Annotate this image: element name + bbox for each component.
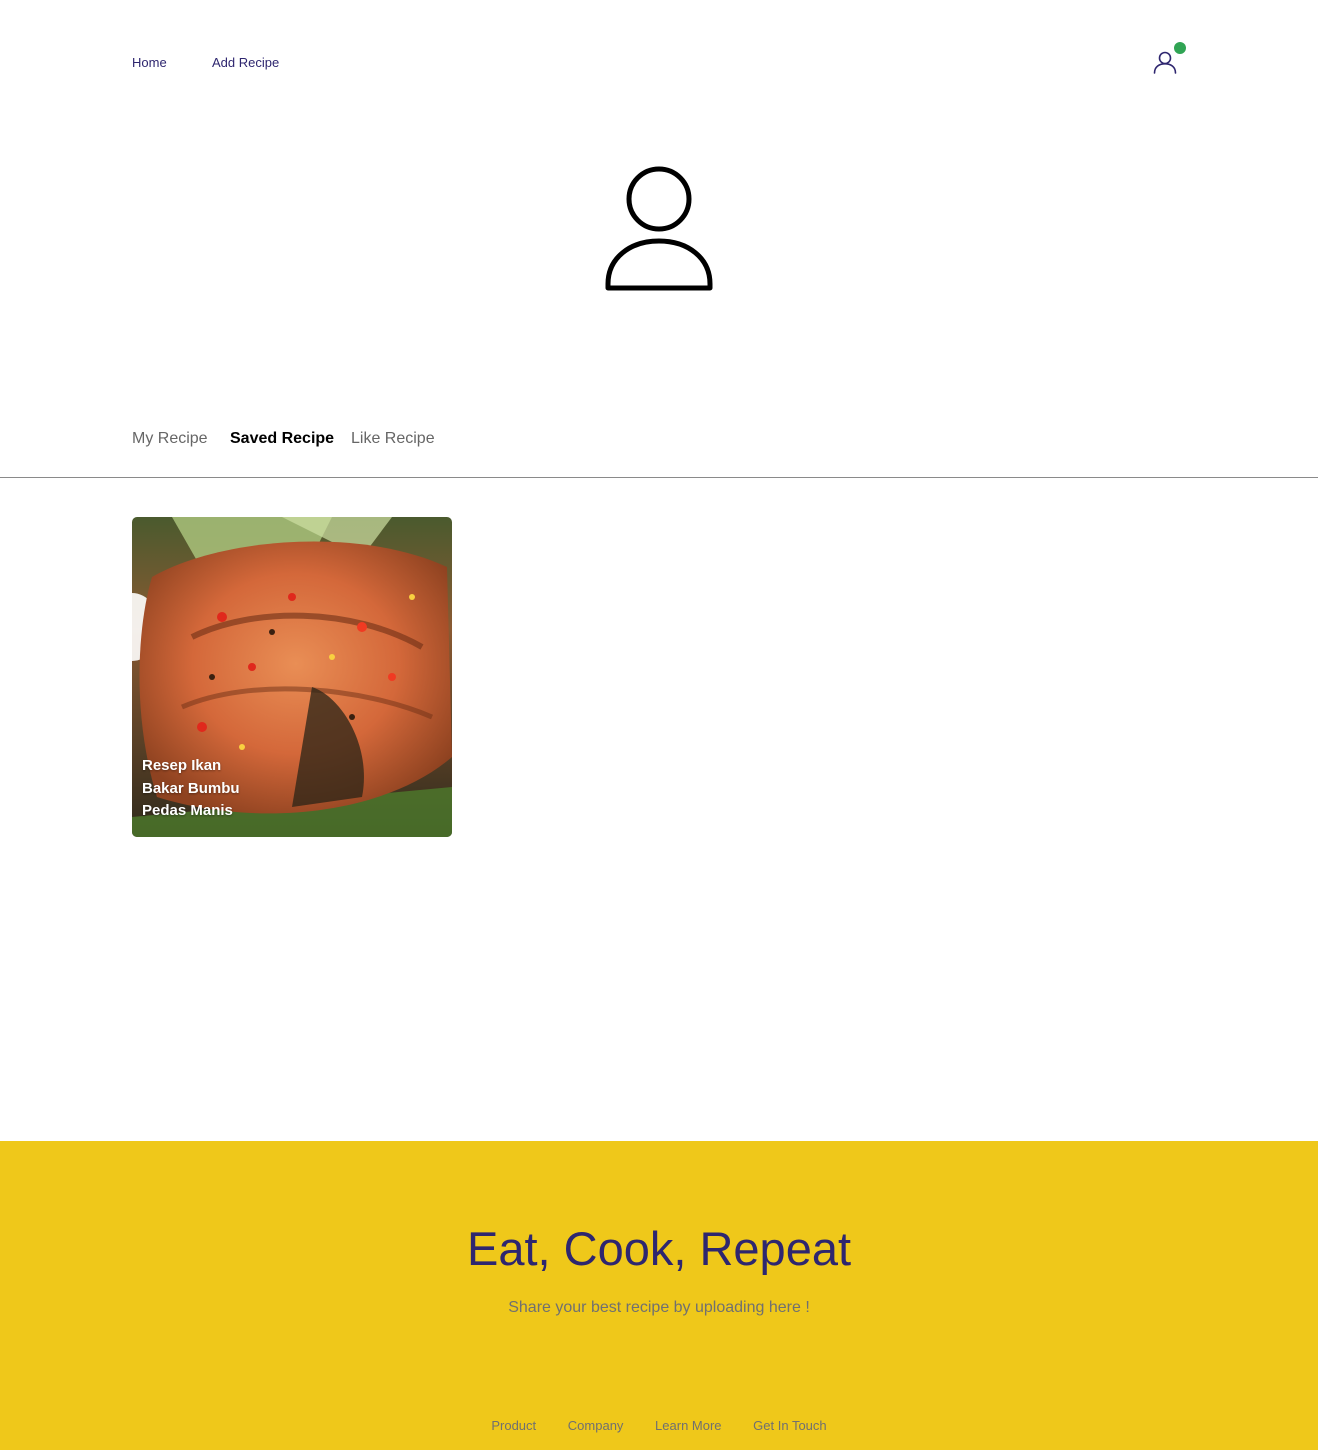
footer-link-company[interactable]: Company [568, 1418, 624, 1433]
nav-home-link[interactable]: Home [132, 55, 167, 70]
footer-heading: Eat, Cook, Repeat [466, 1222, 852, 1275]
recipe-card[interactable]: Resep Ikan Bakar Bumbu Pedas Manis [132, 517, 452, 837]
tab-my-recipe[interactable]: My Recipe [132, 430, 208, 448]
user-icon [1153, 51, 1177, 74]
tab-saved-recipe[interactable]: Saved Recipe [230, 430, 334, 448]
tab-like-recipe[interactable]: Like Recipe [351, 430, 435, 448]
tabs-divider [0, 477, 1318, 478]
footer-subheading: Share your best recipe by uploading here… [508, 1299, 810, 1316]
footer-link-product[interactable]: Product [491, 1418, 536, 1433]
top-navbar: Home Add Recipe [0, 0, 1318, 120]
online-status-dot [1174, 42, 1186, 54]
user-avatar-icon [605, 166, 713, 291]
nav-user-button[interactable] [1152, 42, 1186, 76]
recipe-card-title: Resep Ikan Bakar Bumbu Pedas Manis [142, 757, 240, 819]
footer-link-learn-more[interactable]: Learn More [655, 1418, 721, 1433]
nav-add-recipe-link[interactable]: Add Recipe [212, 55, 279, 70]
footer-links: Product Company Learn More Get In Touch [0, 1418, 1318, 1433]
footer-link-get-in-touch[interactable]: Get In Touch [753, 1418, 826, 1433]
profile-page: Home Add Recipe My Recipe Saved Recipe L… [0, 0, 1318, 1450]
footer: Eat, Cook, Repeat Share your best recipe… [0, 1141, 1318, 1450]
profile-avatar[interactable] [604, 166, 714, 294]
